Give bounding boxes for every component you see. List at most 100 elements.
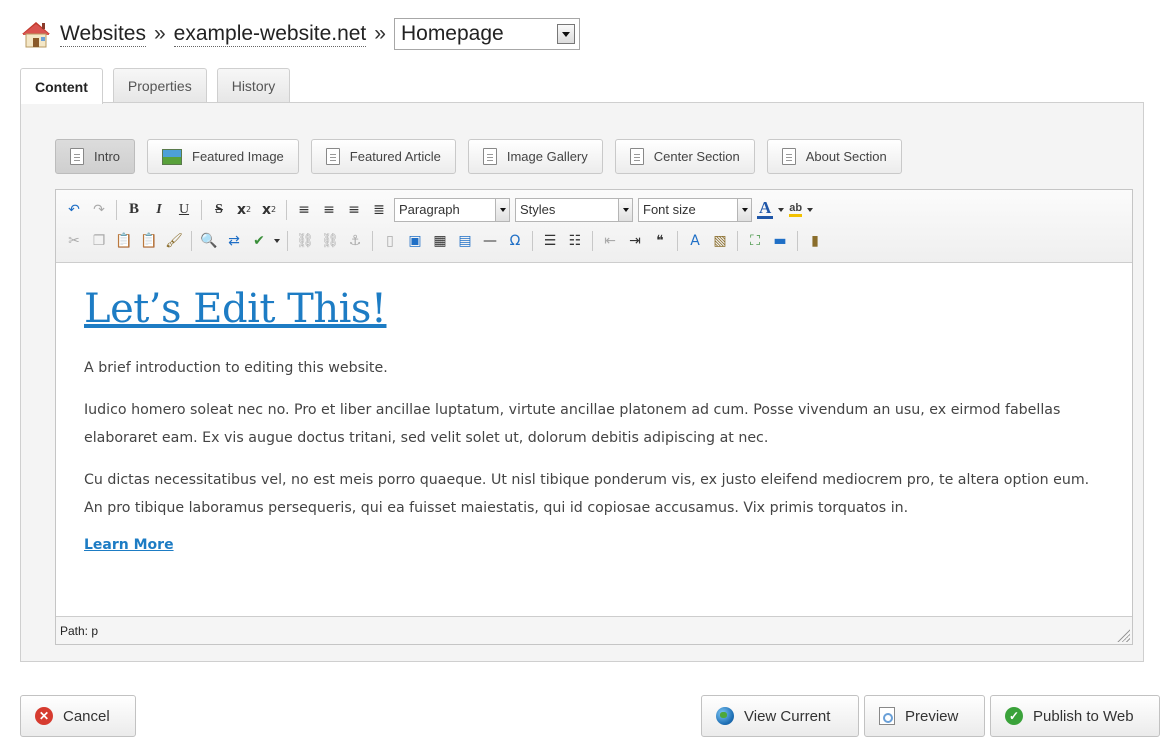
section-image-gallery-button[interactable]: Image Gallery [467,139,603,174]
document-icon [70,148,84,165]
unlink-icon[interactable]: ⛓ [320,231,340,251]
tab-content[interactable]: Content [20,68,103,104]
document-icon [325,148,340,165]
edit-css-icon[interactable]: ▧ [710,231,730,251]
remove-format-icon[interactable]: A [685,231,705,251]
content-heading[interactable]: Let’s Edit This! [84,286,1104,332]
media-icon[interactable]: ▦ [430,231,450,251]
view-current-button[interactable]: View Current [701,695,859,737]
preview-icon [879,707,895,725]
table-icon[interactable]: ▤ [455,231,475,251]
page-select[interactable]: Homepage [393,18,580,50]
styles-select-value: Styles [520,202,556,217]
styles-select[interactable]: Styles [515,197,633,222]
tab-history[interactable]: History [216,68,291,103]
section-featured-image-button[interactable]: Featured Image [147,139,299,174]
page-icon[interactable]: ▯ [380,231,400,251]
spellcheck-dropdown-icon[interactable] [274,238,280,243]
document-icon [629,148,644,165]
chevron-down-icon[interactable] [737,198,751,221]
chevron-down-icon[interactable] [556,24,575,44]
image-icon [162,148,183,165]
page-select-value: Homepage [400,22,504,45]
align-justify-icon[interactable]: ≣ [369,200,389,220]
preview-button[interactable]: Preview [864,695,985,737]
text-color-icon[interactable]: A [757,199,774,219]
anchor-icon[interactable]: ⚓ [345,231,365,251]
numbered-list-icon[interactable]: ☷ [565,231,585,251]
horizontal-rule-icon[interactable]: — [480,231,500,251]
italic-icon[interactable]: I [149,200,169,220]
image-insert-icon[interactable]: ▣ [405,231,425,251]
preview-label: Preview [905,707,959,725]
special-char-icon[interactable]: Ω [505,231,525,251]
superscript-icon[interactable]: x2 [259,200,279,220]
content-paragraph: Cu dictas necessitatibus vel, no est mei… [84,472,1090,516]
chevron-down-icon[interactable] [495,198,509,221]
find-icon[interactable]: 🔍 [199,231,219,251]
cancel-icon: ✕ [35,707,53,725]
replace-icon[interactable]: ⇄ [224,231,244,251]
breadcrumb-websites-link[interactable]: Websites [60,22,146,47]
blockquote-icon[interactable]: ❝ [650,231,670,251]
redo-icon[interactable]: ↷ [89,200,109,220]
align-left-icon[interactable]: ≡ [294,200,314,220]
breadcrumb: Websites » example-website.net » Homepag… [20,16,580,52]
publish-label: Publish to Web [1033,707,1134,725]
editor-content-area[interactable]: Let’s Edit This! A brief introduction to… [56,264,1132,616]
publish-button[interactable]: ✓ Publish to Web [990,695,1160,737]
learn-more-link[interactable]: Learn More [84,537,174,553]
indent-icon[interactable]: ⇥ [625,231,645,251]
undo-icon[interactable]: ↶ [64,200,84,220]
section-intro-button[interactable]: Intro [55,139,136,174]
section-label: Featured Article [349,149,441,164]
breadcrumb-separator: » [374,22,386,45]
check-icon: ✓ [1005,707,1023,725]
section-about-section-button[interactable]: About Section [766,139,902,174]
section-label: Intro [94,149,121,164]
format-select[interactable]: Paragraph [394,197,510,222]
section-label: Center Section [653,149,740,164]
chevron-down-icon[interactable] [618,198,632,221]
html-source-icon[interactable]: ▬ [770,231,790,251]
subscript-icon[interactable]: x2 [234,200,254,220]
section-label: Featured Image [192,149,284,164]
breadcrumb-site-link[interactable]: example-website.net [173,22,367,47]
paste-text-icon[interactable]: 📋 [139,231,159,251]
align-right-icon[interactable]: ≡ [344,200,364,220]
strikethrough-icon[interactable]: S [209,200,229,220]
section-label: About Section [805,149,887,164]
link-icon[interactable]: ⛓ [295,231,315,251]
resize-handle-icon[interactable] [1116,628,1130,642]
section-featured-article-button[interactable]: Featured Article [310,139,456,174]
section-center-section-button[interactable]: Center Section [614,139,755,174]
rich-text-editor: ↶ ↷ B I U S x2 x2 ≡ ≡ ≡ ≣ Paragraph Styl… [55,189,1133,645]
bullet-list-icon[interactable]: ☰ [540,231,560,251]
tab-bar: Content Properties History [20,68,291,104]
highlight-color-icon[interactable]: ab [789,202,803,217]
fullscreen-icon[interactable]: ⛶ [745,231,765,251]
cancel-button[interactable]: ✕ Cancel [20,695,136,737]
bold-icon[interactable]: B [124,200,144,220]
highlight-color-dropdown-icon[interactable] [807,207,814,212]
outdent-icon[interactable]: ⇤ [600,231,620,251]
fontsize-select[interactable]: Font size [638,197,752,222]
paste-icon[interactable]: 📋 [114,231,134,251]
text-color-dropdown-icon[interactable] [778,207,785,212]
clean-format-icon[interactable]: 🖌 [164,231,184,251]
document-icon [482,148,497,165]
house-icon [22,22,50,48]
element-path: Path: p [60,623,99,638]
cut-icon[interactable]: ✂ [64,231,84,251]
section-label: Image Gallery [506,149,588,164]
fontsize-select-value: Font size [643,202,696,217]
copy-icon[interactable]: ❐ [89,231,109,251]
editor-toolbar: ↶ ↷ B I U S x2 x2 ≡ ≡ ≡ ≣ Paragraph Styl… [56,190,1132,263]
align-center-icon[interactable]: ≡ [319,200,339,220]
underline-icon[interactable]: U [174,200,194,220]
template-icon[interactable]: ▮ [805,231,825,251]
tab-properties[interactable]: Properties [112,68,207,103]
breadcrumb-separator: » [153,22,166,45]
editor-statusbar: Path: p [56,616,1132,644]
spellcheck-icon[interactable]: ✔ [249,231,269,251]
